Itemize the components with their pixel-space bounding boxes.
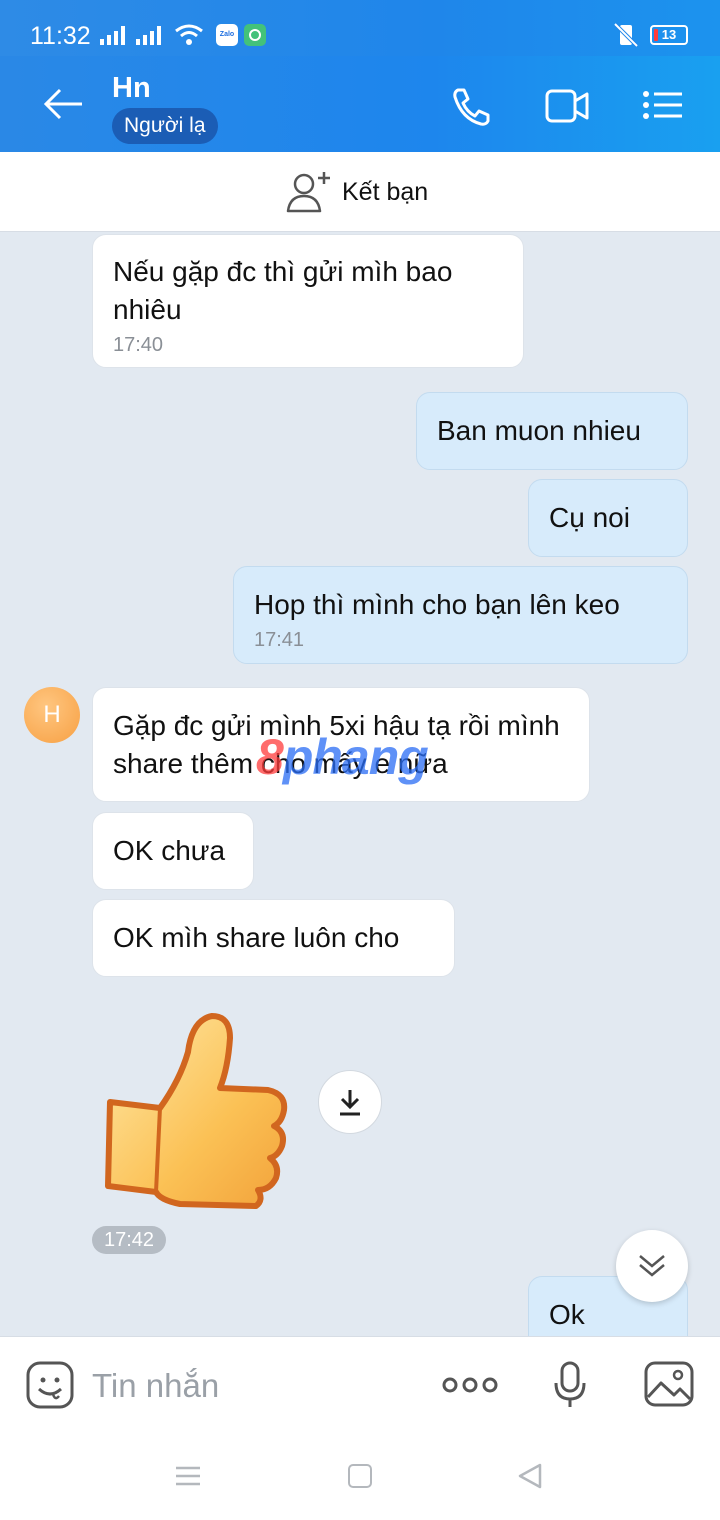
video-call-icon[interactable]	[544, 88, 590, 124]
message-text: Nếu gặp đc thì gửi mìh bao nhiêu	[113, 256, 453, 325]
message-bubble[interactable]: Ban muon nhieu	[416, 392, 688, 470]
sticker-time: 17:42	[92, 1226, 167, 1254]
app-notification-icon	[244, 24, 266, 46]
signal-icon	[100, 26, 125, 45]
message-bubble[interactable]: OK mìh share luôn cho	[92, 899, 455, 977]
more-options-icon[interactable]	[442, 1375, 498, 1395]
status-bar: 11:32 Zalo 13	[0, 0, 720, 56]
recent-apps-icon[interactable]	[174, 1464, 202, 1488]
add-user-icon	[286, 172, 330, 213]
scroll-to-bottom-button[interactable]	[616, 1230, 688, 1302]
vibrate-mute-icon	[613, 22, 639, 48]
message-bubble[interactable]: Cụ noi	[528, 479, 688, 557]
add-friend-label: Kết bạn	[342, 177, 429, 206]
chat-header: Hn Người lạ	[0, 56, 720, 152]
thumbs-up-sticker[interactable]	[100, 1010, 300, 1210]
message-bubble[interactable]: Hop thì mình cho bạn lên keo 17:41	[233, 566, 688, 664]
menu-list-icon[interactable]	[642, 90, 684, 120]
message-list[interactable]: Nếu gặp đc thì gửi mìh bao nhiêu 17:40 B…	[0, 232, 720, 1336]
signal-icon	[136, 26, 161, 45]
image-gallery-icon[interactable]	[644, 1361, 694, 1407]
microphone-icon[interactable]	[552, 1361, 588, 1409]
contact-name[interactable]: Hn	[112, 72, 151, 105]
add-friend-bar: Kết bạn	[0, 152, 720, 232]
back-triangle-icon[interactable]	[516, 1462, 544, 1490]
message-text: Gặp đc gửi mình 5xi hậu tạ rồi mình shar…	[113, 710, 560, 779]
zalo-app-icon: Zalo	[216, 24, 238, 46]
message-time: 17:40	[113, 334, 164, 356]
back-arrow-icon[interactable]	[40, 82, 88, 126]
add-friend-button[interactable]: Kết bạn	[286, 168, 428, 216]
message-text: Ban muon nhieu	[437, 415, 641, 446]
battery-icon: 13	[650, 25, 688, 45]
home-button[interactable]	[348, 1464, 372, 1488]
message-text: Cụ noi	[549, 502, 630, 533]
sticker-emoji-icon[interactable]	[26, 1361, 74, 1409]
message-bubble[interactable]: Gặp đc gửi mình 5xi hậu tạ rồi mình shar…	[92, 687, 590, 802]
message-text: OK chưa	[113, 835, 226, 866]
system-navigation-bar	[0, 1432, 720, 1520]
avatar[interactable]: H	[24, 687, 80, 743]
message-bubble[interactable]: Nếu gặp đc thì gửi mìh bao nhiêu 17:40	[92, 234, 524, 368]
message-text: OK mìh share luôn cho	[113, 922, 400, 953]
message-input-bar: Tin nhắn	[0, 1336, 720, 1432]
message-time: 17:41	[254, 629, 305, 651]
stranger-badge: Người lạ	[112, 108, 218, 144]
message-text: Hop thì mình cho bạn lên keo	[254, 589, 620, 620]
download-button[interactable]	[318, 1070, 382, 1134]
wifi-icon	[175, 24, 203, 45]
phone-icon[interactable]	[448, 84, 494, 128]
download-icon	[340, 1090, 360, 1116]
message-bubble[interactable]: OK chưa	[92, 812, 254, 890]
chevron-double-down-icon	[639, 1255, 665, 1277]
message-input[interactable]: Tin nhắn	[92, 1367, 219, 1405]
status-time: 11:32	[30, 22, 91, 50]
